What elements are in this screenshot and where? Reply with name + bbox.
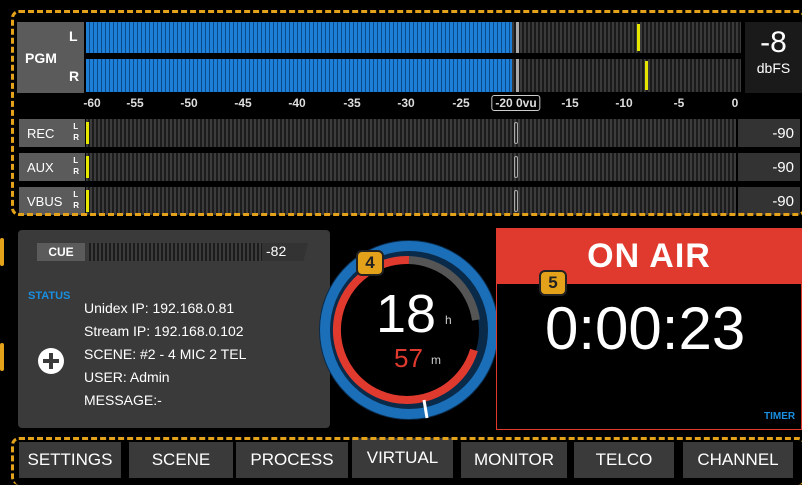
channel-value: -90 [738,119,800,147]
timer-label: TIMER [764,411,796,422]
cue-value: -82 [266,243,287,259]
clock-minutes-unit: m [431,353,441,367]
pgm-meter-right [86,59,741,92]
scale-tick-label: -50 [180,96,198,110]
pgm-meter-left [86,22,741,53]
status-line: Unidex IP: 192.168.0.81 [84,300,235,316]
channel-l-label: L [73,190,79,199]
channel-l-label: L [73,156,79,165]
scale-tick-label: -35 [343,96,361,110]
pgm-meter-right-fill [86,59,512,92]
scale-tick-label: -20 0vu [491,95,541,111]
tab-virtual[interactable]: VIRTUAL [352,438,453,478]
pgm-l-label: L [69,28,78,44]
onair-time: 0:00:23 [545,295,746,362]
channel-meter-peak [86,190,89,212]
badge-4: 4 [356,250,384,276]
channel-l-label: L [73,122,79,131]
channel-r-label: R [73,167,79,176]
channel-meter-peak [86,156,89,178]
channel-label-box: VBUS L R [19,187,85,215]
tab-monitor[interactable]: MONITOR [461,442,567,478]
pgm-level-unit: dbFS [756,60,791,76]
pgm-level-readout: -8 dbFS [745,22,802,93]
channel-lr-label: LR [73,155,79,177]
channel-label: AUX [27,159,54,175]
scale-tick-label: -10 [615,96,633,110]
channel-value: -90 [738,153,800,181]
cue-value-box: -82 [262,243,308,261]
scale-tick-label: -60 [83,96,101,110]
pgm-meter-right-peak [645,61,648,90]
highlight-mark-2 [0,343,4,371]
pgm-r-label: R [69,68,80,84]
channel-meter-ref [514,122,518,144]
channel-label: VBUS [27,193,63,209]
channel-meter [86,153,736,181]
highlight-mark-1 [0,238,4,266]
pgm-label: PGM [25,50,57,66]
cue-label: CUE [48,245,74,259]
clock-hours-unit: h [445,313,452,327]
channel-r-label: R [73,133,79,142]
scale-tick-label: 0 [731,96,739,110]
tab-channel[interactable]: CHANNEL [683,442,793,478]
pgm-meter-left-ref [516,22,519,53]
scale-tick-label: -30 [397,96,415,110]
channel-r-label: R [73,201,79,210]
pgm-label-box: PGM L R [17,22,84,93]
channel-lr-label: LR [73,189,79,211]
pgm-meter-right-empty [512,59,741,92]
status-title: STATUS [28,290,71,302]
channel-label-box: REC L R [19,119,85,147]
clock-minutes: 57 [394,343,423,373]
tab-process[interactable]: PROCESS [236,442,348,478]
scale-tick-label: -40 [288,96,306,110]
channel-label-box: AUX L R [19,153,85,181]
channel-lr-label: LR [73,121,79,143]
channel-meter-peak [86,122,89,144]
channel-meter-ref [514,190,518,212]
cue-meter [87,243,262,261]
scale-tick-label: -25 [452,96,470,110]
status-line: USER: Admin [84,369,170,385]
channel-meter [86,119,736,147]
scale-tick-label: -45 [234,96,252,110]
status-line: SCENE: #2 - 4 MIC 2 TEL [84,346,247,362]
status-line: Stream IP: 192.168.0.102 [84,323,244,339]
pgm-meter-left-empty [512,22,741,53]
channel-value: -90 [738,187,800,215]
cue-label-box: CUE [37,243,85,261]
pgm-meter-left-fill [86,22,512,53]
pgm-meter-right-ref [516,59,519,92]
scale-tick-label: -15 [561,96,579,110]
plus-circle-icon [43,353,59,369]
clock-hours: 18 [376,284,437,344]
onair-label: ON AIR [587,236,711,275]
channel-meter-ref [514,156,518,178]
scale-tick-label: -55 [126,96,144,110]
tab-telco[interactable]: TELCO [574,442,674,478]
channel-meter [86,187,736,215]
pgm-meter-left-peak [637,24,640,51]
badge-5: 5 [539,270,567,296]
status-line: MESSAGE:- [84,392,162,408]
pgm-level-value: -8 [760,26,787,59]
tab-settings[interactable]: SETTINGS [19,442,121,478]
tab-scene[interactable]: SCENE [129,442,233,478]
scale-tick-label: -5 [673,96,685,110]
channel-label: REC [27,125,55,141]
add-button[interactable] [38,348,64,374]
